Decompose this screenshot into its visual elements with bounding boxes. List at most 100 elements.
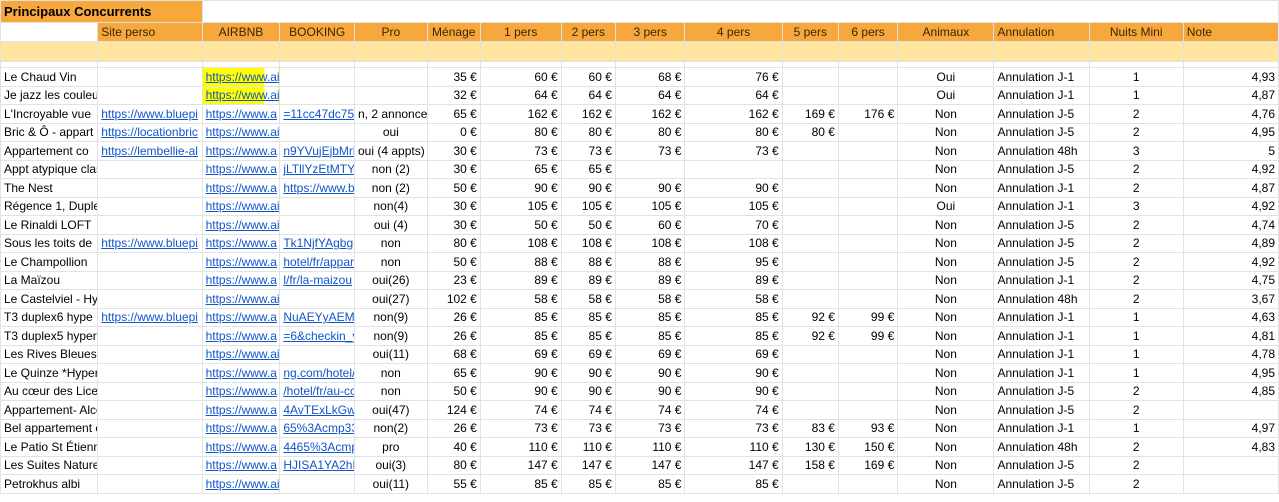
nuits-mini-cell[interactable]: 1 bbox=[1088, 418, 1184, 438]
price-4-pers-cell[interactable]: 90 € bbox=[684, 178, 783, 198]
band-cell[interactable] bbox=[781, 41, 839, 62]
listing-name-cell[interactable]: Bel appartement climatisé centre bbox=[0, 418, 99, 438]
price-6-pers-cell[interactable]: 150 € bbox=[837, 437, 899, 457]
price-2-pers-cell[interactable]: 105 € bbox=[560, 196, 616, 216]
price-4-pers-cell[interactable]: 147 € bbox=[684, 455, 783, 475]
price-3-pers-cell[interactable]: 73 € bbox=[614, 418, 686, 438]
band-cell[interactable] bbox=[97, 41, 203, 62]
price-2-pers-cell[interactable]: 65 € bbox=[560, 159, 616, 179]
price-1-pers-cell[interactable]: 50 € bbox=[479, 215, 562, 235]
airbnb-link-cell[interactable]: https://www.a bbox=[201, 141, 281, 161]
price-5-pers-cell[interactable] bbox=[781, 67, 839, 87]
price-3-pers-cell[interactable]: 85 € bbox=[614, 307, 686, 327]
animaux-cell[interactable]: Non bbox=[897, 344, 995, 364]
listing-name-cell[interactable]: Le Chaud Vin bbox=[0, 67, 99, 87]
price-1-pers-cell[interactable]: 110 € bbox=[479, 437, 562, 457]
price-4-pers-cell[interactable]: 85 € bbox=[684, 307, 783, 327]
note-cell[interactable]: 5 bbox=[1182, 141, 1279, 161]
booking-link-cell[interactable]: =11cc47dc752 bbox=[279, 104, 355, 124]
pro-cell[interactable]: pro bbox=[354, 437, 428, 457]
price-6-pers-cell[interactable] bbox=[837, 122, 899, 142]
price-2-pers-cell[interactable]: 73 € bbox=[560, 418, 616, 438]
price-2-pers-cell[interactable]: 147 € bbox=[560, 455, 616, 475]
price-4-pers-cell[interactable]: 90 € bbox=[684, 363, 783, 383]
price-1-pers-cell[interactable]: 80 € bbox=[479, 122, 562, 142]
price-6-pers-cell[interactable] bbox=[837, 474, 899, 494]
booking-link-cell[interactable] bbox=[279, 122, 355, 142]
sheet-title[interactable]: Principaux Concurrents bbox=[0, 0, 203, 23]
booking-link-cell[interactable]: https://www.b bbox=[279, 178, 355, 198]
band-cell[interactable] bbox=[837, 41, 899, 62]
price-6-pers-cell[interactable]: 99 € bbox=[837, 307, 899, 327]
price-1-pers-cell[interactable]: 60 € bbox=[479, 67, 562, 87]
band-cell[interactable] bbox=[426, 41, 481, 62]
menage-cell[interactable]: 26 € bbox=[426, 326, 481, 346]
price-5-pers-cell[interactable]: 83 € bbox=[781, 418, 839, 438]
pro-cell[interactable]: oui (4) bbox=[354, 215, 428, 235]
column-header[interactable]: Annulation bbox=[993, 22, 1090, 42]
airbnb-link-cell[interactable]: https://www.airbnb.com/roo bbox=[201, 474, 281, 494]
band-cell[interactable] bbox=[354, 41, 428, 62]
listing-name-cell[interactable]: Le Champollion bbox=[0, 252, 99, 272]
menage-cell[interactable]: 80 € bbox=[426, 233, 481, 253]
column-header[interactable]: Note bbox=[1182, 22, 1279, 42]
price-4-pers-cell[interactable]: 95 € bbox=[684, 252, 783, 272]
site-perso-cell[interactable] bbox=[97, 326, 203, 346]
note-cell[interactable]: 4,92 bbox=[1182, 196, 1279, 216]
airbnb-link-cell[interactable]: https://www.airbnb.com/roo bbox=[201, 289, 281, 309]
price-5-pers-cell[interactable] bbox=[781, 270, 839, 290]
note-cell[interactable]: 3,67 bbox=[1182, 289, 1279, 309]
price-2-pers-cell[interactable]: 58 € bbox=[560, 289, 616, 309]
airbnb-link-cell[interactable]: https://www.a bbox=[201, 104, 281, 124]
airbnb-link-cell[interactable]: https://www.a bbox=[201, 381, 281, 401]
band-cell[interactable] bbox=[614, 41, 686, 62]
pro-cell[interactable]: oui(26) bbox=[354, 270, 428, 290]
price-2-pers-cell[interactable]: 73 € bbox=[560, 141, 616, 161]
price-2-pers-cell[interactable]: 88 € bbox=[560, 252, 616, 272]
nuits-mini-cell[interactable]: 1 bbox=[1088, 67, 1184, 87]
site-perso-cell[interactable] bbox=[97, 418, 203, 438]
price-5-pers-cell[interactable] bbox=[781, 215, 839, 235]
price-5-pers-cell[interactable]: 130 € bbox=[781, 437, 839, 457]
animaux-cell[interactable]: Oui bbox=[897, 67, 995, 87]
price-5-pers-cell[interactable] bbox=[781, 85, 839, 105]
booking-link-cell[interactable]: NuAEYyAEM bbox=[279, 307, 355, 327]
booking-link-cell[interactable]: ng.com/hotel/ bbox=[279, 363, 355, 383]
pro-cell[interactable]: non(2) bbox=[354, 418, 428, 438]
price-5-pers-cell[interactable] bbox=[781, 344, 839, 364]
pro-cell[interactable]: oui(47) bbox=[354, 400, 428, 420]
note-cell[interactable]: 4,83 bbox=[1182, 437, 1279, 457]
airbnb-link-cell[interactable]: https://www.a bbox=[201, 252, 281, 272]
price-5-pers-cell[interactable]: 92 € bbox=[781, 307, 839, 327]
site-perso-cell[interactable] bbox=[97, 196, 203, 216]
listing-name-cell[interactable]: Bric & Ô - appart bbox=[0, 122, 99, 142]
annulation-cell[interactable]: Annulation J-1 bbox=[993, 178, 1090, 198]
annulation-cell[interactable]: Annulation J-1 bbox=[993, 85, 1090, 105]
booking-link-cell[interactable]: n9YVujEjbMrk bbox=[279, 141, 355, 161]
price-6-pers-cell[interactable] bbox=[837, 233, 899, 253]
annulation-cell[interactable]: Annulation J-5 bbox=[993, 400, 1090, 420]
menage-cell[interactable]: 102 € bbox=[426, 289, 481, 309]
column-header[interactable]: Nuits Mini bbox=[1088, 22, 1184, 42]
animaux-cell[interactable]: Non bbox=[897, 178, 995, 198]
price-4-pers-cell[interactable]: 110 € bbox=[684, 437, 783, 457]
price-6-pers-cell[interactable] bbox=[837, 381, 899, 401]
menage-cell[interactable]: 50 € bbox=[426, 252, 481, 272]
price-1-pers-cell[interactable]: 85 € bbox=[479, 326, 562, 346]
column-header[interactable]: 4 pers bbox=[684, 22, 783, 42]
airbnb-link-cell[interactable]: https://www.a bbox=[201, 233, 281, 253]
price-1-pers-cell[interactable]: 90 € bbox=[479, 363, 562, 383]
note-cell[interactable]: 4,75 bbox=[1182, 270, 1279, 290]
booking-link-cell[interactable]: 65%3Acmp33 bbox=[279, 418, 355, 438]
airbnb-link-cell[interactable]: https://www.a bbox=[201, 270, 281, 290]
price-2-pers-cell[interactable]: 85 € bbox=[560, 307, 616, 327]
booking-link-cell[interactable] bbox=[279, 474, 355, 494]
price-5-pers-cell[interactable] bbox=[781, 474, 839, 494]
column-header[interactable]: Pro bbox=[354, 22, 428, 42]
pro-cell[interactable]: non(4) bbox=[354, 196, 428, 216]
site-perso-cell[interactable]: https://lembellie-al bbox=[97, 141, 203, 161]
menage-cell[interactable]: 65 € bbox=[426, 363, 481, 383]
annulation-cell[interactable]: Annulation J-5 bbox=[993, 104, 1090, 124]
price-2-pers-cell[interactable]: 90 € bbox=[560, 178, 616, 198]
price-5-pers-cell[interactable]: 169 € bbox=[781, 104, 839, 124]
